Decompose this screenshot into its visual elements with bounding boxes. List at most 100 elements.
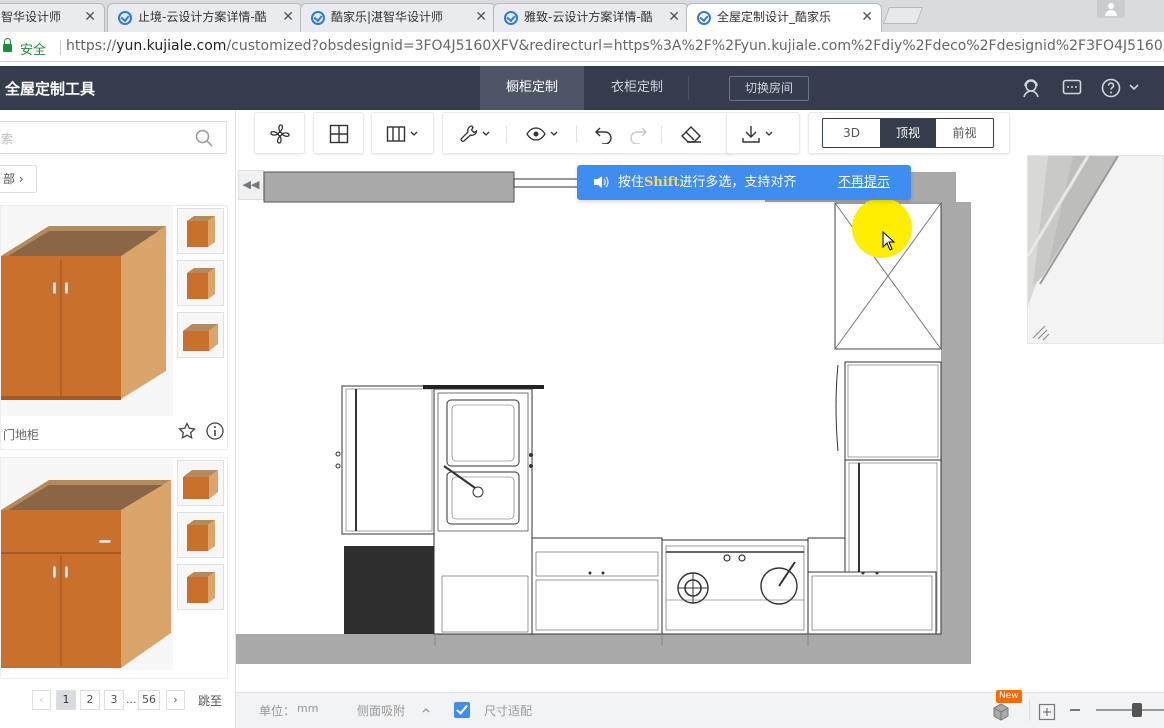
browser-tab-strip: 智华设计师 ✕ 止境-云设计方案详情-酷 ✕ 酷家乐|湛智华设计师 ✕ 雅致-云… [0, 0, 1164, 32]
browser-tab[interactable]: 雅致-云设计方案详情-酷 ✕ [493, 3, 689, 32]
divider [688, 76, 689, 100]
secure-label: 安全 [20, 43, 47, 58]
browser-tab-title: 雅致-云设计方案详情-酷 [524, 10, 653, 24]
divider [1029, 699, 1030, 721]
help-icon[interactable] [1101, 78, 1121, 98]
product-thumbnail[interactable] [177, 312, 224, 358]
pagination-ellipsis: ... [126, 693, 137, 706]
app-title: 全屋定制工具 [5, 80, 96, 98]
cabinet-thumbnail-image [183, 470, 218, 499]
shift-key-label: Shift [644, 175, 680, 190]
notice-text: 按住Shift进行多选，支持对齐 [618, 165, 796, 200]
prev-page-button[interactable]: ‹ [32, 690, 51, 710]
base-cabinet-two-door-image [1, 226, 166, 400]
fit-size-checkbox[interactable] [454, 702, 470, 718]
zoom-out-icon[interactable] [1070, 709, 1080, 711]
next-page-button[interactable]: › [166, 690, 185, 710]
3d-preview-panel[interactable] [1027, 155, 1164, 344]
product-card[interactable]: 门地柜 [0, 205, 228, 450]
search-icon[interactable] [195, 129, 213, 147]
url-field[interactable]: https://yun.kujiale.com/customized?obsde… [66, 38, 1164, 54]
new-badge: New [996, 690, 1022, 703]
product-panel: 索 部 › 门地柜 ‹ 1 2 3 ... 56 › 跳至 [0, 110, 236, 728]
cube-icon[interactable] [992, 703, 1010, 721]
cabinet-thumbnail-image [187, 268, 215, 299]
page-button[interactable]: 56 [138, 690, 160, 710]
kujiale-favicon-icon [311, 11, 325, 25]
cabinet-thumbnail-image [187, 520, 215, 551]
chevron-right-icon: › [18, 172, 24, 186]
search-placeholder: 索 [1, 132, 14, 146]
speaker-icon [594, 176, 609, 188]
lock-icon [3, 38, 12, 52]
message-icon[interactable] [1062, 78, 1082, 98]
url-host: yun.kujiale.com [116, 38, 227, 54]
browser-tab-title: 智华设计师 [1, 10, 62, 24]
product-thumbnail[interactable] [177, 564, 224, 610]
product-thumbnail[interactable] [177, 260, 224, 306]
close-icon[interactable]: ✕ [668, 4, 680, 31]
close-icon[interactable]: ✕ [475, 4, 487, 31]
cabinet-thumbnail-image [183, 324, 218, 351]
info-icon[interactable] [206, 422, 224, 440]
url-path: /customized?obsdesignid=3FO4J5160XFV&red… [226, 38, 1164, 54]
side-snap-toggle[interactable]: 侧面吸附 [357, 702, 405, 719]
kujiale-favicon-icon [118, 11, 132, 25]
page-button[interactable]: 3 [104, 690, 124, 710]
category-breadcrumb[interactable]: 部 › [0, 165, 37, 193]
browser-tab-title: 止境-云设计方案详情-酷 [138, 10, 267, 24]
cabinet-thumbnail-image [187, 216, 215, 247]
url-scheme: https:// [66, 38, 117, 54]
status-bar: 单位： mm 侧面吸附 尺寸适配 New [236, 690, 1164, 728]
browser-tab-active[interactable]: 全屋定制设计_酷家乐 ✕ [686, 3, 882, 32]
kujiale-favicon-icon [504, 11, 518, 25]
kujiale-favicon-icon [697, 11, 711, 25]
zoom-slider-handle[interactable] [1132, 703, 1142, 717]
unit-value[interactable]: mm [297, 702, 318, 715]
tab-cabinet-custom[interactable]: 橱柜定制 [480, 66, 584, 110]
chevron-down-icon[interactable] [1129, 84, 1139, 92]
address-bar: 安全 https://yun.kujiale.com/customized?ob… [0, 32, 1164, 62]
zoom-fit-icon[interactable] [1038, 703, 1056, 721]
pagination: ‹ 1 2 3 ... 56 › 跳至 [0, 690, 236, 718]
tab-wardrobe-custom[interactable]: 衣柜定制 [588, 66, 686, 110]
new-tab-button[interactable] [882, 7, 924, 24]
support-agent-icon[interactable] [1021, 78, 1041, 98]
base-cabinet-drawer-image [1, 480, 171, 668]
chevron-up-icon[interactable] [422, 707, 430, 713]
notice-prefix: 按住 [618, 175, 645, 190]
browser-tab[interactable]: 智华设计师 ✕ [0, 3, 105, 32]
fit-size-label: 尺寸适配 [484, 704, 533, 718]
dont-show-again-link[interactable]: 不再提示 [838, 165, 890, 200]
unit-label: 单位： [259, 704, 296, 718]
browser-tab[interactable]: 止境-云设计方案详情-酷 ✕ [107, 3, 303, 32]
close-icon[interactable]: ✕ [282, 4, 294, 31]
product-thumbnail[interactable] [177, 208, 224, 254]
mouse-cursor-icon [882, 231, 896, 251]
notice-suffix: 进行多选，支持对齐 [679, 175, 797, 190]
star-icon[interactable] [178, 422, 196, 440]
profile-icon[interactable] [1097, 0, 1125, 18]
product-image[interactable] [1, 206, 173, 416]
page-button[interactable]: 2 [80, 690, 100, 710]
multiselect-notice: 按住Shift进行多选，支持对齐 不再提示 [577, 165, 911, 200]
product-image[interactable] [1, 458, 173, 670]
browser-tab[interactable]: 酷家乐|湛智华设计师 ✕ [300, 3, 496, 32]
divider [60, 40, 61, 55]
category-label: 部 [3, 172, 16, 186]
zoom-slider-track[interactable] [1096, 709, 1164, 711]
design-canvas[interactable]: 3D 顶视 前视 ◀◀ 按住Shift进行多选，支持对齐 不再提示 [236, 110, 1164, 692]
cabinet-thumbnail-image [187, 572, 215, 603]
close-icon[interactable]: ✕ [84, 4, 96, 31]
close-icon[interactable]: ✕ [861, 4, 873, 31]
browser-tab-title: 酷家乐|湛智华设计师 [331, 10, 444, 24]
app-header: 全屋定制工具 橱柜定制 衣柜定制 切换房间 [0, 66, 1164, 110]
switch-room-button[interactable]: 切换房间 [729, 76, 809, 101]
product-thumbnail[interactable] [177, 460, 224, 506]
goto-page-label[interactable]: 跳至 [198, 692, 222, 709]
page-button[interactable]: 1 [56, 690, 76, 710]
product-name: 门地柜 [3, 428, 40, 442]
search-input[interactable]: 索 [0, 121, 227, 154]
product-card[interactable] [0, 457, 228, 679]
product-thumbnail[interactable] [177, 512, 224, 558]
